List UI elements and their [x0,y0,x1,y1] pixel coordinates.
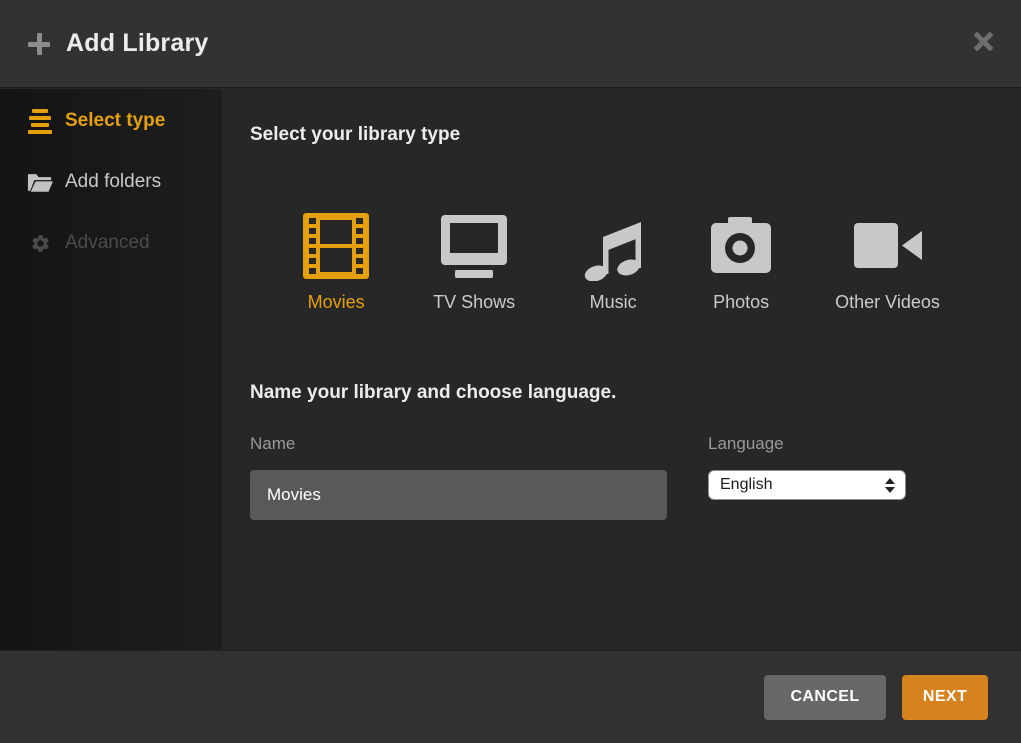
library-type-tv-shows[interactable]: TV Shows [433,210,515,313]
gear-icon [27,233,53,254]
library-name-input[interactable] [250,470,667,520]
close-icon[interactable] [973,31,993,51]
library-type-photos[interactable]: Photos [711,210,771,313]
wizard-sidebar: Select type Add folders Advanced [0,89,222,650]
name-field-label: Name [250,434,295,454]
next-button[interactable]: NEXT [902,675,988,720]
library-type-label: TV Shows [433,292,515,313]
select-stepper-arrows-icon [885,478,895,493]
sidebar-item-select-type[interactable]: Select type [0,101,222,141]
music-note-icon [579,210,647,282]
camera-icon [711,210,771,282]
sidebar-item-label: Select type [65,110,165,132]
language-select[interactable]: English [708,470,906,500]
library-type-label: Photos [713,292,769,313]
sidebar-item-advanced[interactable]: Advanced [0,223,222,263]
library-type-music[interactable]: Music [579,210,647,313]
name-language-heading: Name your library and choose language. [250,382,616,404]
library-type-row: Movies TV Shows [222,210,1021,313]
library-type-label: Movies [308,292,365,313]
tv-icon [440,210,508,282]
library-type-label: Other Videos [835,292,940,313]
language-select-value: English [709,476,885,494]
dialog-footer: CANCEL NEXT [0,650,1021,743]
folder-open-icon [27,172,53,193]
video-camera-icon [854,210,922,282]
library-type-other-videos[interactable]: Other Videos [835,210,940,313]
select-type-heading: Select your library type [250,124,460,146]
library-type-label: Music [590,292,637,313]
list-lines-icon [27,109,53,134]
sidebar-item-label: Add folders [65,171,161,193]
plus-icon [28,33,50,55]
cancel-button[interactable]: CANCEL [764,675,886,720]
sidebar-item-add-folders[interactable]: Add folders [0,162,222,202]
main-panel: Select your library type [222,89,1021,650]
dialog-header: Add Library [0,0,1021,88]
sidebar-item-label: Advanced [65,232,150,254]
film-strip-icon [303,210,369,282]
library-type-movies[interactable]: Movies [303,210,369,313]
dialog-title: Add Library [66,29,209,58]
language-field-label: Language [708,434,784,454]
